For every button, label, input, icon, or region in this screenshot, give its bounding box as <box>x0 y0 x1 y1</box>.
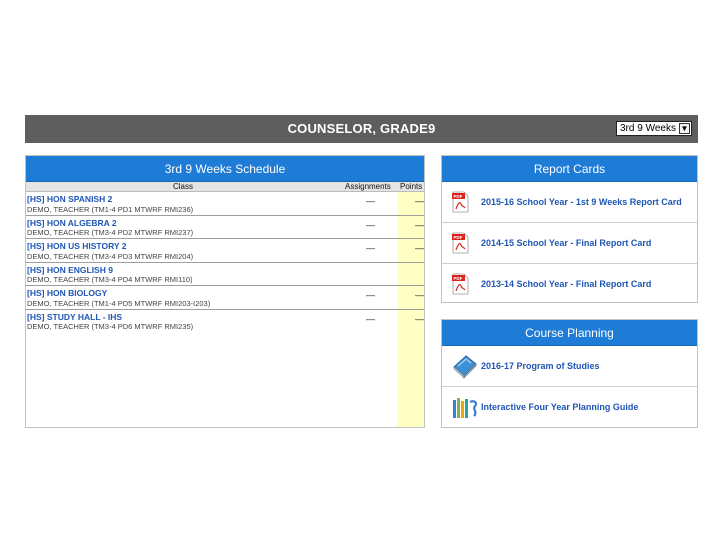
schedule-row: [HS] HON ENGLISH 9 DEMO, TEACHER (TM3-4 … <box>26 263 424 286</box>
assignments-value: — <box>366 290 375 300</box>
report-card-link[interactable]: 2013-14 School Year - Final Report Card <box>481 279 651 289</box>
course-planning-item[interactable]: 2016-17 Program of Studies <box>442 346 697 387</box>
schedule-title: 3rd 9 Weeks Schedule <box>26 156 424 182</box>
class-detail: DEMO, TEACHER (TM3-4 PD4 MTWRF RMI110) <box>27 275 193 284</box>
points-value: — <box>415 196 424 206</box>
report-card-item[interactable]: PDF 2014-15 School Year - Final Report C… <box>442 223 697 264</box>
report-card-link[interactable]: 2014-15 School Year - Final Report Card <box>481 238 651 248</box>
book-icon <box>453 355 477 379</box>
class-link[interactable]: [HS] HON SPANISH 2 <box>27 194 112 204</box>
assignments-value: — <box>366 243 375 253</box>
report-card-item[interactable]: PDF 2015-16 School Year - 1st 9 Weeks Re… <box>442 182 697 223</box>
report-cards-panel: Report Cards PDF 2015-16 School Year - 1… <box>441 155 698 303</box>
schedule-row: [HS] HON US HISTORY 2 DEMO, TEACHER (TM3… <box>26 239 424 263</box>
column-assignments: Assignments <box>345 182 391 191</box>
column-class: Class <box>173 182 194 191</box>
grading-period-select[interactable]: 3rd 9 Weeks ▼ <box>616 121 692 136</box>
svg-text:PDF: PDF <box>454 194 463 199</box>
schedule-row: [HS] HON BIOLOGY DEMO, TEACHER (TM1-4 PD… <box>26 286 424 310</box>
class-detail: DEMO, TEACHER (TM1-4 PD1 MTWRF RMI236) <box>27 204 194 214</box>
schedule-row: [HS] HON SPANISH 2 DEMO, TEACHER (TM1-4 … <box>26 192 424 216</box>
class-detail: DEMO, TEACHER (TM3-4 PD3 MTWRF RMI204) <box>27 251 194 261</box>
report-card-link[interactable]: 2015-16 School Year - 1st 9 Weeks Report… <box>481 197 682 207</box>
program-of-studies-link[interactable]: 2016-17 Program of Studies <box>481 361 600 371</box>
student-name: COUNSELOR, GRADE9 <box>287 121 436 136</box>
points-value: — <box>415 290 424 300</box>
pdf-icon: PDF <box>452 232 469 254</box>
class-link[interactable]: [HS] HON ALGEBRA 2 <box>27 218 117 228</box>
points-value: — <box>415 243 424 253</box>
class-link[interactable]: [HS] STUDY HALL - IHS <box>27 312 122 322</box>
svg-text:PDF: PDF <box>454 235 463 240</box>
schedule-column-header: Class Assignments Points <box>26 182 424 192</box>
chevron-down-icon[interactable]: ▼ <box>679 123 690 134</box>
report-cards-title: Report Cards <box>442 156 697 182</box>
pdf-icon: PDF <box>452 191 469 213</box>
course-planning-panel: Course Planning 2016-17 Program of Studi… <box>441 319 698 428</box>
pdf-icon: PDF <box>452 273 469 295</box>
books-logo-icon <box>453 398 478 418</box>
class-link[interactable]: [HS] HON BIOLOGY <box>27 288 107 298</box>
class-detail: DEMO, TEACHER (TM1-4 PD5 MTWRF RMI203-I2… <box>27 298 211 308</box>
class-link[interactable]: [HS] HON ENGLISH 9 <box>27 265 113 275</box>
planning-guide-link[interactable]: Interactive Four Year Planning Guide <box>481 402 638 412</box>
assignments-value: — <box>366 313 375 324</box>
points-value: — <box>415 219 424 230</box>
points-value: — <box>415 313 424 324</box>
class-detail: DEMO, TEACHER (TM3-4 PD2 MTWRF RMI237) <box>27 228 194 237</box>
grading-period-value: 3rd 9 Weeks <box>620 123 676 134</box>
column-points: Points <box>400 182 423 191</box>
student-header-bar: COUNSELOR, GRADE9 3rd 9 Weeks ▼ <box>25 115 698 143</box>
course-planning-title: Course Planning <box>442 320 697 346</box>
assignments-value: — <box>366 196 375 206</box>
class-link[interactable]: [HS] HON US HISTORY 2 <box>27 241 127 251</box>
schedule-row: [HS] HON ALGEBRA 2 DEMO, TEACHER (TM3-4 … <box>26 216 424 239</box>
schedule-panel: 3rd 9 Weeks Schedule Class Assignments P… <box>25 155 425 428</box>
course-planning-item[interactable]: Interactive Four Year Planning Guide <box>442 387 697 427</box>
svg-text:PDF: PDF <box>454 276 463 281</box>
report-card-item[interactable]: PDF 2013-14 School Year - Final Report C… <box>442 264 697 302</box>
class-detail: DEMO, TEACHER (TM3-4 PD6 MTWRF RMI235) <box>27 322 194 331</box>
assignments-value: — <box>366 219 375 230</box>
schedule-row: [HS] STUDY HALL - IHS DEMO, TEACHER (TM3… <box>26 310 424 334</box>
